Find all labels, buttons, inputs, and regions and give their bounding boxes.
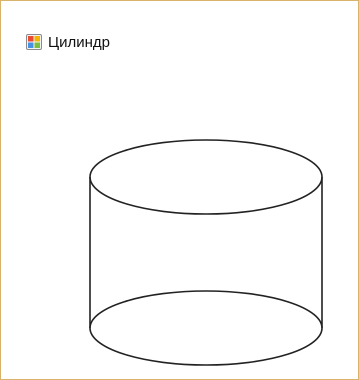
cylinder-drawing — [89, 139, 323, 366]
cylinder-bottom-ellipse — [89, 290, 323, 366]
cylinder-top-ellipse — [89, 139, 323, 215]
drawing-canvas — [1, 1, 358, 379]
application-window: Цилиндр — [0, 0, 359, 380]
